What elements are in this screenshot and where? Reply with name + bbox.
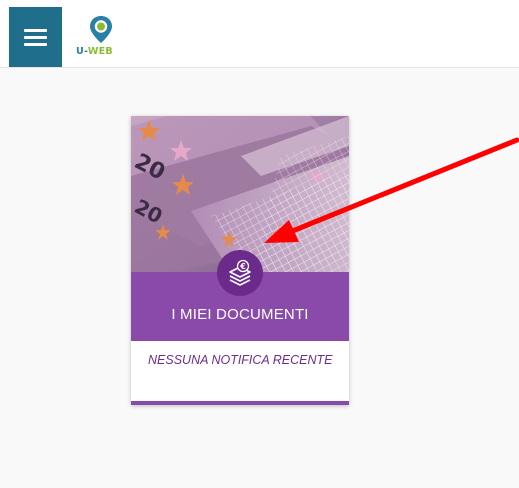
app-logo[interactable]: U-WEB (76, 14, 126, 60)
card-title: I MIEI DOCUMENTI (171, 306, 309, 323)
page: U-WEB 20 20 € I MIEI DOCUMENTI NESSUNA N… (0, 0, 519, 488)
logo-text-u: U- (76, 46, 88, 57)
card-bottom-border (131, 401, 349, 405)
documents-card[interactable]: 20 20 € I MIEI DOCUMENTI NESSUNA NOTIFIC… (131, 116, 349, 405)
header-top-line (0, 0, 519, 4)
logo-text-web: WEB (87, 46, 113, 57)
logo-wordmark: U-WEB (76, 46, 126, 57)
card-notification-text: NESSUNA NOTIFICA RECENTE (148, 353, 333, 367)
location-pin-icon (90, 16, 112, 43)
stacked-documents-euro-icon: € (217, 250, 263, 296)
card-banner-image: 20 20 (131, 116, 349, 272)
hamburger-menu-button[interactable] (9, 7, 62, 67)
hamburger-menu-icon (24, 29, 47, 32)
svg-text:€: € (239, 262, 246, 271)
app-header: U-WEB (0, 0, 519, 68)
